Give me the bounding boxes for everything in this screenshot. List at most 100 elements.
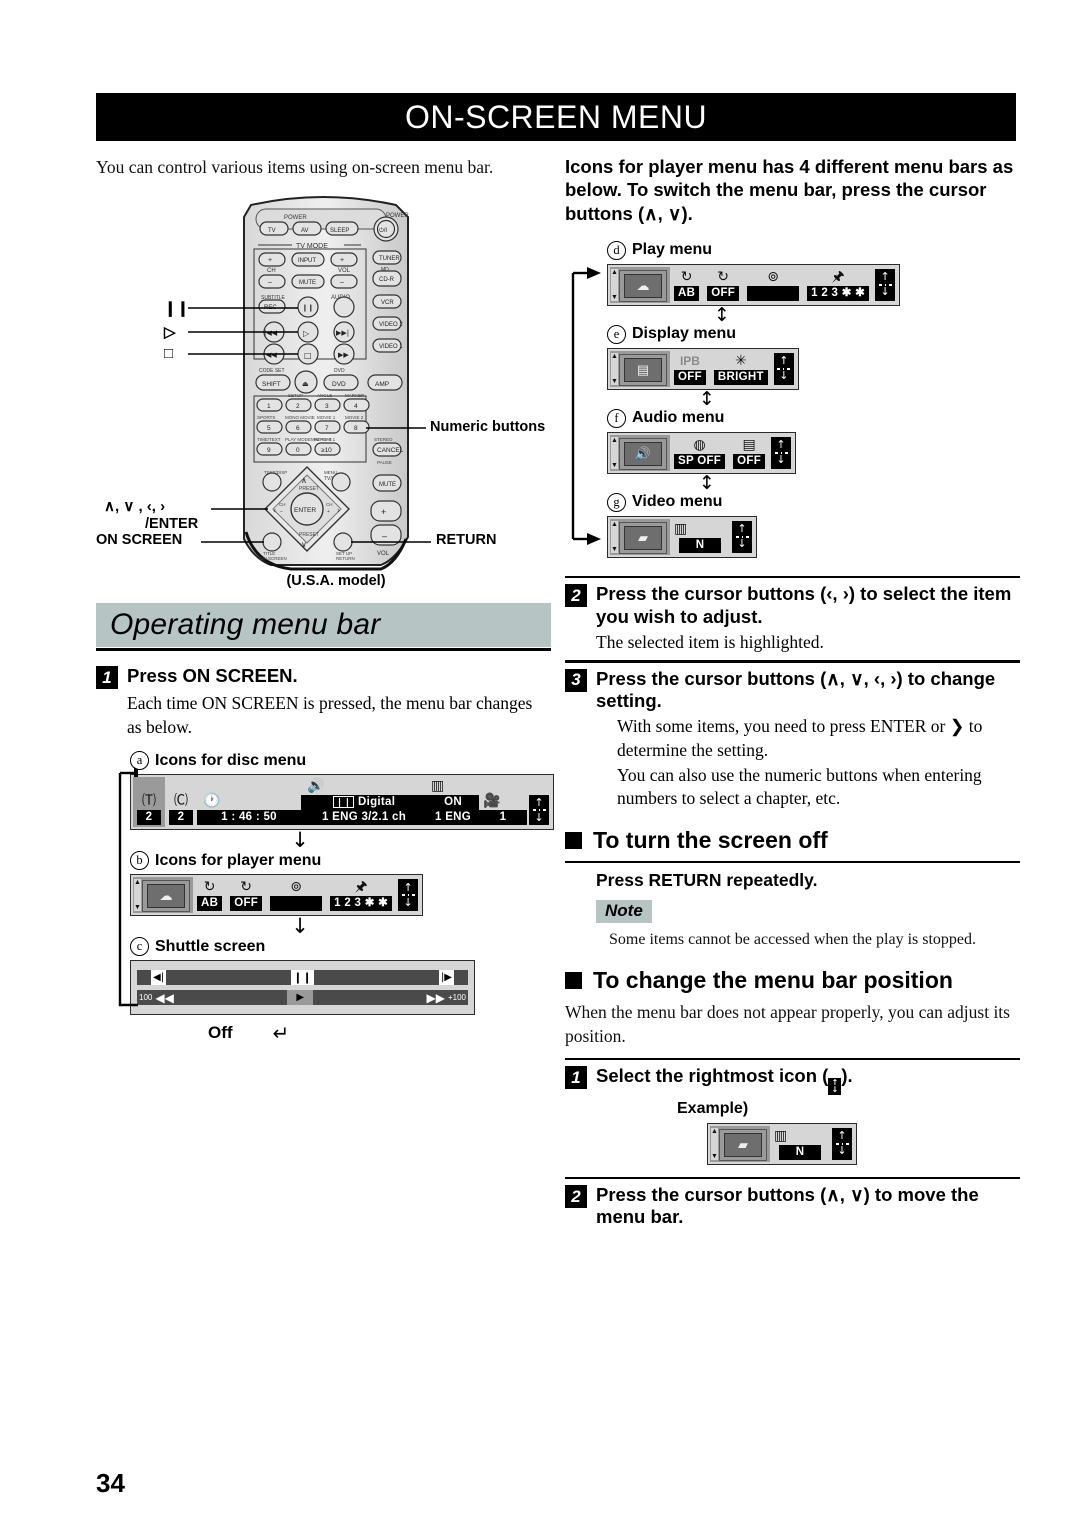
video-thumb-cell[interactable]: ▲ ▼ ▰ [610, 518, 670, 555]
chapter-cell[interactable]: 🄒 2 [165, 777, 197, 827]
title-icon: 🄣 [142, 793, 156, 810]
svg-text:∨: ∨ [301, 540, 307, 549]
shuttle-step-fwd-icon[interactable]: |▶ [438, 970, 454, 986]
picture-mode-cell[interactable]: ▥ N [670, 519, 730, 555]
position-cell[interactable]: ↑ ↓ [830, 1126, 854, 1162]
svg-text:TUNER: TUNER [379, 256, 400, 262]
ab-repeat-cell[interactable]: ↻ AB [670, 267, 703, 303]
position-icon: ↑ ↓ [732, 520, 752, 553]
label-d-play-menu: d Play menu [607, 240, 1020, 260]
repeat-cell[interactable]: ↻ OFF [703, 267, 743, 303]
position-cell[interactable]: ↑ ↓ [772, 351, 796, 387]
virtual-surround-cell[interactable]: ◍ SP OFF [670, 435, 729, 471]
scroll-indicator: ▲ ▼ [611, 351, 618, 385]
position-icon: ↑ ↓ [773, 352, 794, 385]
position-cell[interactable]: ↑ ↓ [873, 267, 897, 303]
picture-mode-cell[interactable]: ▥ N [770, 1126, 830, 1162]
svg-text:INPUT: INPUT [298, 258, 316, 264]
svg-text:CANCEL: CANCEL [377, 447, 404, 454]
svg-text:□: □ [304, 351, 312, 360]
time-value: 1 : 46 : 50 [197, 810, 301, 826]
video-thumb-icon: ▰ [719, 1128, 767, 1161]
shuttle-pause-icon[interactable]: ❙❙ [291, 970, 314, 986]
turn-off-instruction: Press RETURN repeatedly. [596, 870, 818, 891]
svg-text:MONO MOVIE: MONO MOVIE [285, 415, 315, 420]
display-thumb-cell[interactable]: ▲ ▼ ▤ [610, 350, 670, 387]
remote-control-illustration: POWER POWER TV AV SLEEP ⏻/I TV MODE + IN… [96, 187, 551, 597]
ab-repeat-value: AB [197, 896, 223, 912]
shuttle-play-icon[interactable]: ▶ [287, 990, 314, 1006]
speaker-icon: 🔊 [307, 778, 325, 795]
video-thumb-cell[interactable]: ▲ ▼ ▰ [710, 1125, 770, 1162]
audio-menu-bar[interactable]: ▲ ▼ 🔊 ◍ SP OFF ▤ OFF ↑ ↓ [607, 431, 797, 474]
shuttle-row-frame[interactable]: ◀| ❙❙ |▶ [137, 969, 468, 986]
angle-cell[interactable]: 🎥 1 [479, 777, 528, 827]
player-thumb-cell[interactable]: ▲ ▼ ☁ [133, 877, 193, 914]
play-menu-bar[interactable]: ▲ ▼ ☁ ↻ AB ↻ OFF ⊚ 🖈 1 2 3 ✱ ✱ ↑ ↓ [607, 263, 901, 306]
label-text: Video menu [632, 493, 723, 511]
example-video-menu-bar[interactable]: ▲ ▼ ▰ ▥ N ↑ ↓ [707, 1122, 857, 1165]
marker-cell[interactable]: 🖈 1 2 3 ✱ ✱ [326, 877, 396, 913]
search-icon: ⊚ [290, 879, 302, 896]
svg-text:TIME/TEXT: TIME/TEXT [257, 437, 281, 442]
shuttle-screen[interactable]: ◀| ❙❙ |▶ 100 ◀◀ ▶ ▶▶ +100 [130, 960, 475, 1016]
shuttle-step-back-icon[interactable]: ◀| [151, 970, 167, 986]
shuttle-row-speed[interactable]: 100 ◀◀ ▶ ▶▶ +100 [137, 989, 468, 1006]
svg-text:VIDEO 1: VIDEO 1 [379, 344, 403, 350]
player-menu-bar[interactable]: ▲ ▼ ☁ ↻ AB ↻ OFF ⊚ 🖈 1 2 3 ✱ ✱ ↑ ↓ [130, 874, 424, 917]
position-cell[interactable]: ↑ ↓ [396, 877, 420, 913]
svg-text:MUTE: MUTE [379, 482, 396, 488]
svg-text:–: – [382, 531, 387, 541]
position-cell[interactable]: ↑ ↓ [769, 435, 793, 471]
svg-text:ANGLE: ANGLE [317, 393, 332, 398]
search-cell[interactable]: ⊚ [743, 267, 803, 303]
audio-thumb-cell[interactable]: ▲ ▼ 🔊 [610, 434, 670, 471]
svg-text:POWER: POWER [284, 215, 307, 221]
disc-menu-bar[interactable]: 🄣 2 🄒 2 🕐 1 : 46 : 50 🔊 ❘❘ Digital 1 ENG… [130, 774, 555, 831]
player-thumb-cell[interactable]: ▲ ▼ ☁ [610, 266, 670, 303]
ipb-cell[interactable]: IPB OFF [670, 351, 710, 387]
step-title: Press ON SCREEN. [127, 665, 298, 687]
section-title: Operating menu bar [110, 608, 381, 642]
label-e-display-menu: e Display menu [607, 324, 1020, 344]
shuttle-forward-icon[interactable]: ▶▶ [425, 990, 446, 1006]
step-body: Each time ON SCREEN is pressed, the menu… [127, 693, 533, 737]
audio-cell[interactable]: 🔊 ❘❘ Digital 1 ENG 3/2.1 ch [301, 777, 427, 827]
cinema-eq-cell[interactable]: ▤ OFF [729, 435, 769, 471]
svg-text:MD: MD [381, 267, 389, 273]
brightness-cell[interactable]: ✳ BRIGHT [710, 351, 772, 387]
step-1-press-on-screen: 1 Press ON SCREEN. Each time ON SCREEN i… [96, 665, 551, 739]
subtitle-state-value: ON [427, 795, 480, 811]
video-menu-bar[interactable]: ▲ ▼ ▰ ▥ N ↑ ↓ [607, 515, 757, 558]
repeat-cell[interactable]: ↻ OFF [226, 877, 266, 913]
menu-bar-flow-diagram: a Icons for disc menu 🄣 2 🄒 2 🕐 1 : 46:… [116, 751, 555, 1045]
svg-text:CD-R: CD-R [379, 277, 395, 283]
svg-text:6: 6 [296, 425, 300, 432]
ab-repeat-cell[interactable]: ↻ AB [193, 877, 226, 913]
title-cell[interactable]: 🄣 2 [133, 777, 165, 828]
svg-text:PRESET: PRESET [299, 486, 319, 492]
left-column: You can control various items using on-s… [96, 155, 555, 1045]
brightness-icon: ✳ [734, 352, 747, 369]
search-cell[interactable]: ⊚ [266, 877, 326, 913]
picture-mode-icon: ▥ [674, 520, 688, 537]
svg-text:ON SCREEN: ON SCREEN [260, 556, 287, 561]
marker-cell[interactable]: 🖈 1 2 3 ✱ ✱ [803, 267, 873, 303]
scroll-indicator: ▲ ▼ [134, 878, 141, 912]
label-c-shuttle-screen: c Shuttle screen [130, 937, 551, 957]
shuttle-rewind-icon[interactable]: ◀◀ [154, 990, 175, 1006]
label-g-video-menu: g Video menu [607, 492, 1020, 512]
display-menu-bar[interactable]: ▲ ▼ ▤ IPB OFF ✳ BRIGHT ↑ ↓ [607, 347, 799, 390]
time-cell[interactable]: 🕐 1 : 46 : 50 [197, 777, 301, 827]
page-number: 34 [96, 1468, 125, 1498]
svg-text:▷: ▷ [303, 329, 310, 338]
callout-numeric-buttons: Numeric buttons [430, 419, 546, 436]
subtitle-cell[interactable]: ▥ ON 1 ENG [427, 777, 480, 827]
clock-icon: 🕐 [203, 793, 221, 810]
svg-text:VOL: VOL [338, 268, 351, 274]
position-cell[interactable]: ↑ ↓ [730, 519, 754, 555]
change-position-body: When the menu bar does not appear proper… [565, 1002, 1010, 1047]
position-cell[interactable]: ↑ ↓ [527, 777, 551, 827]
audio-track-value: 1 ENG 3/2.1 ch [301, 810, 427, 826]
label-a-disc-menu: a Icons for disc menu [130, 751, 551, 771]
